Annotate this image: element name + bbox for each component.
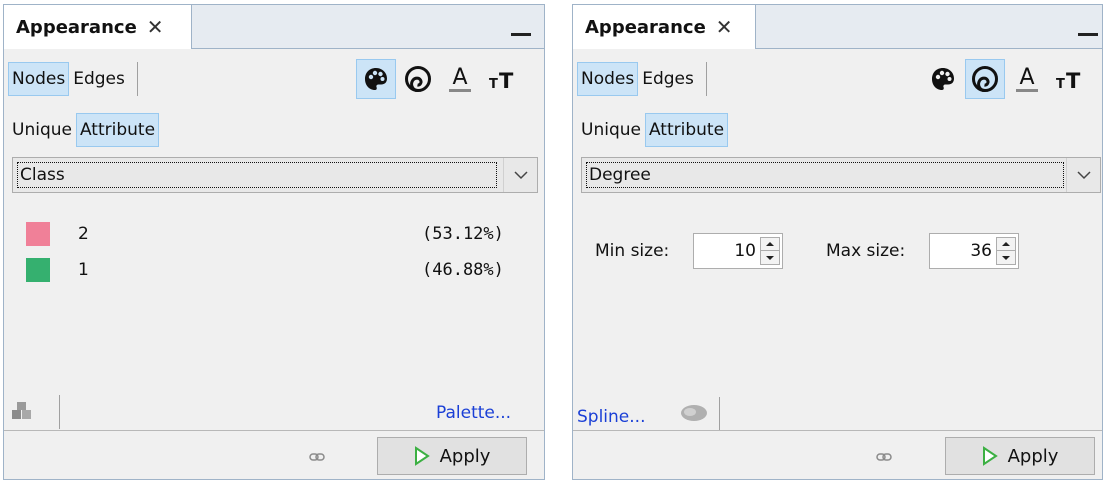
attribute-combo[interactable]: Degree <box>581 157 1101 193</box>
label-size-icon: T T <box>489 69 514 93</box>
panel-tabbar: Appearance ✕ <box>573 5 1102 49</box>
element-type-tabs: Nodes Edges <box>577 59 707 99</box>
palette-icon <box>932 68 954 90</box>
min-size-spinner[interactable]: 10 <box>693 233 783 269</box>
size-tool-button[interactable] <box>965 59 1005 99</box>
label-color-icon: A <box>1016 65 1038 92</box>
svg-text:T: T <box>1066 69 1081 93</box>
size-tool-button[interactable] <box>398 59 438 99</box>
unique-tab[interactable]: Unique <box>8 113 76 147</box>
apply-label: Apply <box>1007 445 1059 467</box>
label-color-tool-button[interactable]: A <box>1007 59 1047 99</box>
spinner-arrows <box>996 237 1016 265</box>
legend-row[interactable]: 2 (53.12%) <box>26 221 526 247</box>
chain-link-icon[interactable] <box>876 448 892 468</box>
svg-text:T: T <box>489 77 498 92</box>
panel-tabbar: Appearance ✕ <box>4 5 544 49</box>
legend-percent: (53.12%) <box>422 224 504 244</box>
svg-text:T: T <box>1056 77 1065 92</box>
toolbar-separator <box>59 395 60 429</box>
min-size-label: Min size: <box>595 241 670 261</box>
color-tool-button[interactable] <box>923 59 963 99</box>
size-icon <box>972 66 998 92</box>
legend-swatch[interactable] <box>26 258 50 282</box>
play-icon <box>982 446 998 466</box>
legend-percent: (46.88%) <box>422 260 504 280</box>
label-color-icon: A <box>449 65 471 92</box>
tab-title: Appearance <box>585 16 706 38</box>
bottom-bar: Apply <box>4 430 544 479</box>
puzzle-icon[interactable] <box>10 399 34 423</box>
label-color-tool-button[interactable]: A <box>440 59 480 99</box>
apply-button[interactable]: Apply <box>377 437 527 475</box>
max-size-label: Max size: <box>826 241 906 261</box>
min-size-value: 10 <box>734 241 756 261</box>
apply-button[interactable]: Apply <box>945 437 1095 475</box>
attribute-tab[interactable]: Attribute <box>75 113 160 147</box>
legend-row[interactable]: 1 (46.88%) <box>26 257 526 283</box>
mode-tabs: Unique Attribute <box>8 113 160 147</box>
label-size-icon: T T <box>1056 69 1081 93</box>
bottom-bar: Apply <box>573 430 1102 479</box>
attribute-combo-value: Degree <box>586 162 1064 188</box>
spinner-down-icon[interactable] <box>997 251 1015 264</box>
transformer-toolbar: A T T <box>923 59 1089 99</box>
unique-tab[interactable]: Unique <box>577 113 645 147</box>
spline-link[interactable]: Spline... <box>577 407 645 427</box>
palette-link[interactable]: Palette... <box>436 403 511 423</box>
transformer-toolbar: A T T <box>356 59 522 99</box>
tab-title: Appearance <box>16 16 137 38</box>
svg-text:A: A <box>452 65 467 90</box>
legend-label: 2 <box>78 224 89 244</box>
mode-tabs: Unique Attribute <box>577 113 729 147</box>
minimize-icon[interactable] <box>1078 33 1098 36</box>
minimize-icon[interactable] <box>511 33 531 36</box>
element-type-tabs: Nodes Edges <box>8 59 138 99</box>
max-size-value: 36 <box>970 241 992 261</box>
apply-label: Apply <box>439 445 491 467</box>
close-icon[interactable]: ✕ <box>147 15 164 39</box>
appearance-tab[interactable]: Appearance ✕ <box>4 5 192 49</box>
appearance-panel-right: Appearance ✕ Nodes Edges A T T Unique At… <box>572 4 1103 480</box>
chevron-down-icon[interactable] <box>1066 158 1100 192</box>
spinner-down-icon[interactable] <box>761 251 779 264</box>
nodes-tab[interactable]: Nodes <box>8 62 70 96</box>
legend-swatch[interactable] <box>26 222 50 246</box>
toolbar-separator <box>705 62 707 96</box>
spinner-arrows <box>760 237 780 265</box>
label-size-tool-button[interactable]: T T <box>1049 59 1089 99</box>
size-icon <box>405 66 431 92</box>
appearance-panel-left: Appearance ✕ Nodes Edges A T T Unique At… <box>3 4 545 480</box>
spinner-up-icon[interactable] <box>761 238 779 251</box>
attribute-tab[interactable]: Attribute <box>644 113 729 147</box>
label-size-tool-button[interactable]: T T <box>482 59 522 99</box>
close-icon[interactable]: ✕ <box>716 15 733 39</box>
play-icon <box>414 446 430 466</box>
toolbar-separator <box>136 62 138 96</box>
palette-icon <box>365 68 387 90</box>
chevron-down-icon[interactable] <box>503 158 537 192</box>
attribute-combo[interactable]: Class <box>12 157 538 193</box>
attribute-combo-value: Class <box>17 162 497 188</box>
svg-text:T: T <box>499 69 514 93</box>
color-tool-button[interactable] <box>356 59 396 99</box>
spinner-up-icon[interactable] <box>997 238 1015 251</box>
max-size-spinner[interactable]: 36 <box>929 233 1019 269</box>
legend-label: 1 <box>78 260 89 280</box>
edges-tab[interactable]: Edges <box>638 62 698 96</box>
chain-link-icon[interactable] <box>309 448 325 468</box>
nodes-tab[interactable]: Nodes <box>577 62 639 96</box>
toolbar-separator <box>719 397 720 431</box>
svg-text:A: A <box>1019 65 1034 90</box>
size-range-row: Min size: 10 Max size: 36 <box>573 233 1102 269</box>
eraser-icon[interactable] <box>677 401 709 425</box>
edges-tab[interactable]: Edges <box>69 62 129 96</box>
appearance-tab[interactable]: Appearance ✕ <box>573 5 756 49</box>
